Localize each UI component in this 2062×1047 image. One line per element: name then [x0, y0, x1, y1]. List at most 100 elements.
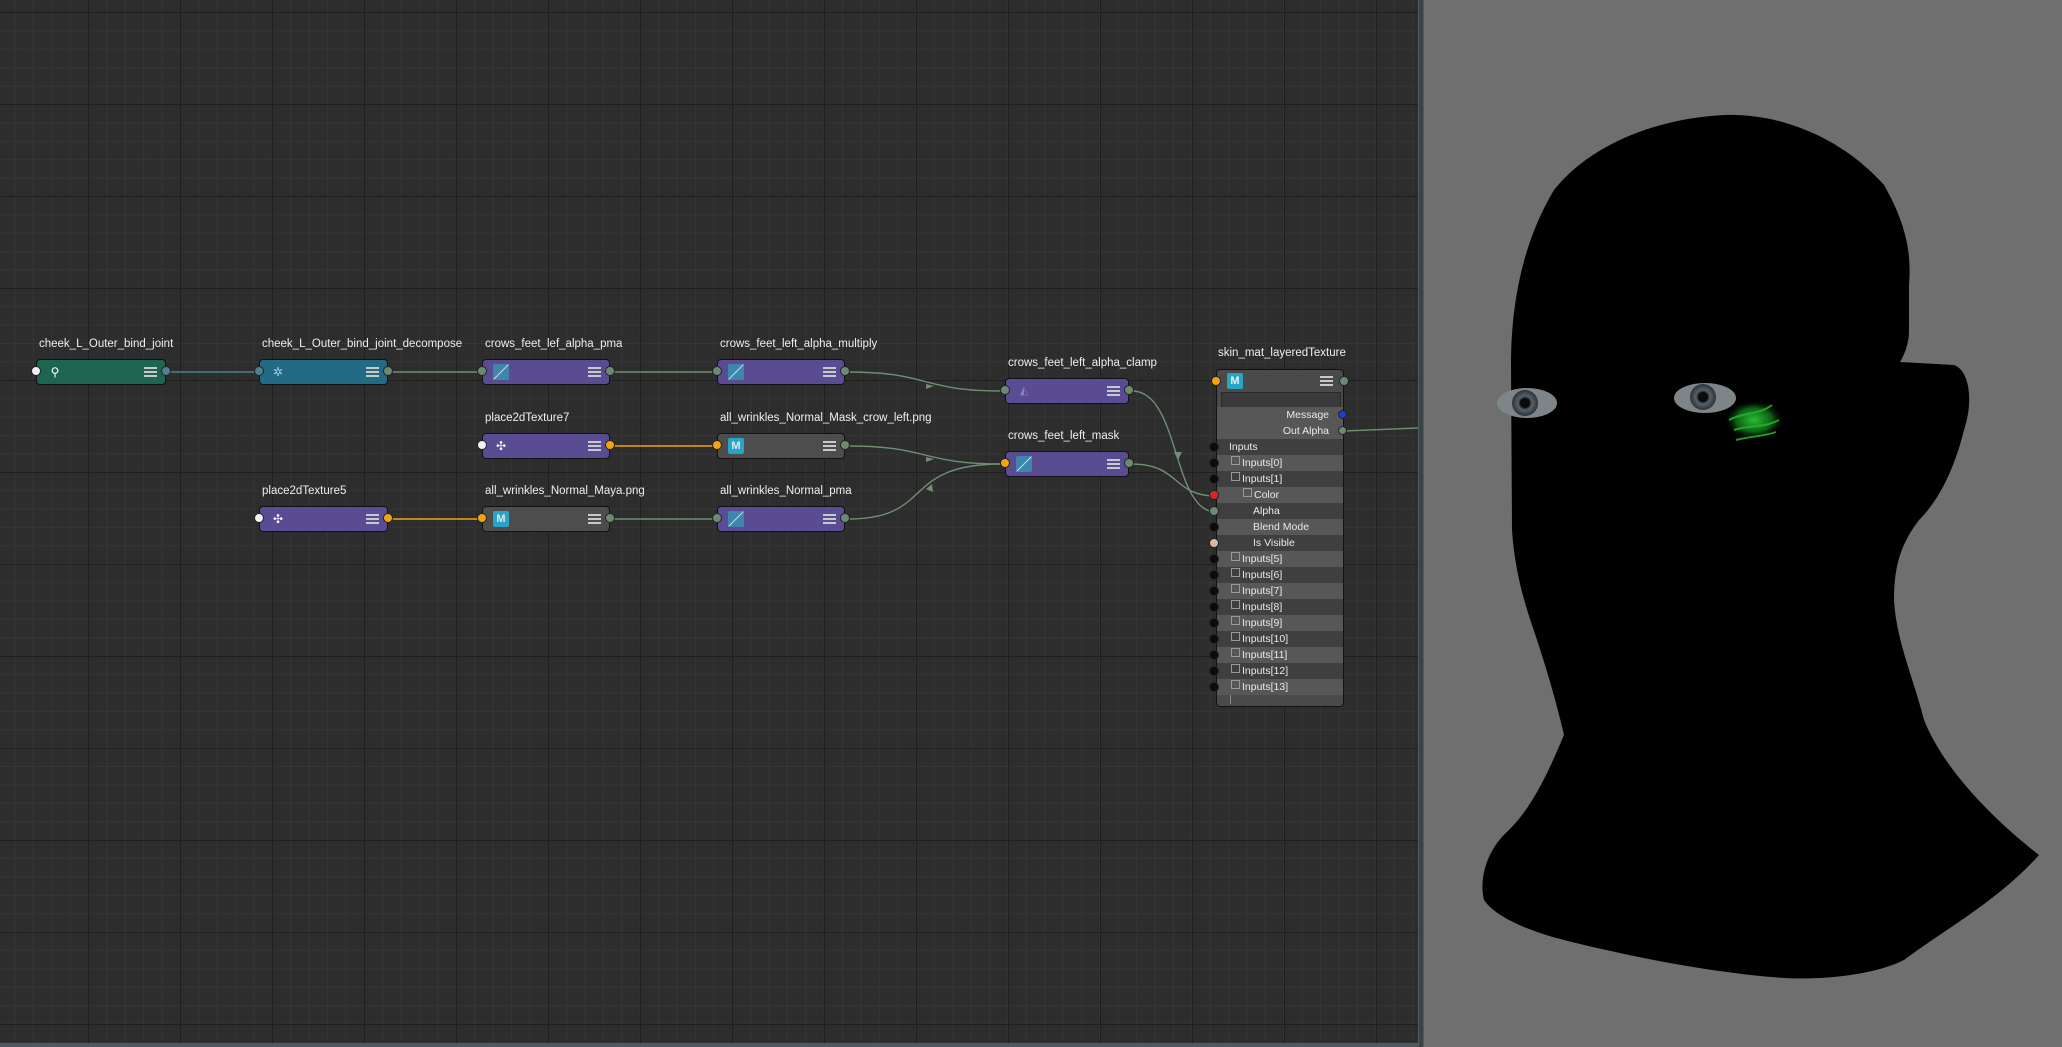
attr-inputs-12[interactable]: Inputs[12]: [1209, 663, 1343, 679]
layered-texture-header[interactable]: M: [1211, 370, 1349, 392]
node-menu-icon[interactable]: [1107, 459, 1120, 469]
node-cheek-bind-joint[interactable]: cheek_L_Outer_bind_joint ⚲: [31, 338, 173, 384]
input-port[interactable]: [1209, 474, 1219, 484]
attr-inputs-9[interactable]: Inputs[9]: [1209, 615, 1343, 631]
input-port[interactable]: [712, 440, 722, 450]
input-port[interactable]: [712, 366, 722, 376]
node-place2dtexture7[interactable]: place2dTexture7 ✣: [477, 412, 615, 458]
node-left-mask[interactable]: crows_feet_left_mask: [1000, 430, 1134, 476]
attr-inputs-7[interactable]: Inputs[7]: [1209, 583, 1343, 599]
input-port[interactable]: [1209, 586, 1219, 596]
node-menu-icon[interactable]: [1107, 386, 1120, 396]
expand-icon[interactable]: [1243, 488, 1252, 497]
input-port[interactable]: [254, 513, 264, 523]
expand-icon[interactable]: [1231, 680, 1240, 689]
input-port[interactable]: [1209, 490, 1219, 500]
output-port[interactable]: [383, 366, 393, 376]
output-port[interactable]: [161, 366, 171, 376]
input-port[interactable]: [1209, 634, 1219, 644]
attr-inputs-5[interactable]: Inputs[5]: [1209, 551, 1343, 567]
attr-is-visible[interactable]: Is Visible: [1209, 535, 1343, 551]
input-port[interactable]: [1209, 650, 1219, 660]
input-port[interactable]: [1209, 538, 1219, 548]
input-port[interactable]: [1209, 506, 1219, 516]
expand-icon[interactable]: [1231, 664, 1240, 673]
input-port[interactable]: [31, 366, 41, 376]
output-port[interactable]: [840, 513, 850, 523]
input-port[interactable]: [1209, 458, 1219, 468]
output-port[interactable]: [1124, 458, 1134, 468]
expand-icon[interactable]: [1231, 632, 1240, 641]
node-menu-icon[interactable]: [144, 367, 157, 377]
input-port[interactable]: [477, 513, 487, 523]
3d-viewport[interactable]: [1424, 0, 2062, 1047]
node-skin-layered-texture[interactable]: skin_mat_layeredTexture M Message Out Al…: [1209, 347, 1349, 706]
output-port[interactable]: [1124, 385, 1134, 395]
input-port[interactable]: [1209, 522, 1219, 532]
attr-inputs-11[interactable]: Inputs[11]: [1209, 647, 1343, 663]
attr-inputs-10[interactable]: Inputs[10]: [1209, 631, 1343, 647]
attr-message[interactable]: Message: [1217, 407, 1347, 423]
input-port[interactable]: [1209, 554, 1219, 564]
node-place2dtexture5[interactable]: place2dTexture5 ✣: [254, 485, 393, 531]
output-port[interactable]: [605, 366, 615, 376]
input-port[interactable]: [1000, 458, 1010, 468]
output-port[interactable]: [605, 513, 615, 523]
attr-inputs[interactable]: Inputs: [1209, 439, 1343, 455]
expand-icon[interactable]: [1231, 552, 1240, 561]
input-port[interactable]: [1209, 666, 1219, 676]
attr-blend-mode[interactable]: Blend Mode: [1209, 519, 1343, 535]
attr-inputs-6[interactable]: Inputs[6]: [1209, 567, 1343, 583]
attr-inputs-8[interactable]: Inputs[8]: [1209, 599, 1343, 615]
attr-alpha[interactable]: Alpha: [1209, 503, 1343, 519]
output-port[interactable]: [840, 440, 850, 450]
input-port[interactable]: [1000, 385, 1010, 395]
node-menu-icon[interactable]: [1320, 376, 1333, 386]
input-port[interactable]: [1209, 618, 1219, 628]
attr-inputs-13[interactable]: Inputs[13]: [1209, 679, 1343, 695]
input-port[interactable]: [712, 513, 722, 523]
node-menu-icon[interactable]: [588, 367, 601, 377]
node-menu-icon[interactable]: [823, 441, 836, 451]
node-normal-maya-png[interactable]: all_wrinkles_Normal_Maya.png M: [477, 485, 645, 531]
input-port[interactable]: [1209, 682, 1219, 692]
expand-icon[interactable]: [1231, 648, 1240, 657]
input-port[interactable]: [1211, 376, 1221, 386]
node-menu-icon[interactable]: [366, 514, 379, 524]
node-normal-pma[interactable]: all_wrinkles_Normal_pma: [712, 485, 852, 531]
node-cheek-decompose[interactable]: cheek_L_Outer_bind_joint_decompose ✲: [254, 338, 462, 384]
expand-icon[interactable]: [1231, 616, 1240, 625]
attr-label: Alpha: [1253, 505, 1280, 517]
collapse-icon[interactable]: [1231, 472, 1240, 481]
node-mask-crow-left-png[interactable]: all_wrinkles_Normal_Mask_crow_left.png M: [712, 412, 932, 458]
input-port[interactable]: [477, 366, 487, 376]
node-menu-icon[interactable]: [588, 441, 601, 451]
output-port[interactable]: [840, 366, 850, 376]
node-alpha-multiply[interactable]: crows_feet_left_alpha_multiply: [712, 338, 877, 384]
node-menu-icon[interactable]: [823, 514, 836, 524]
output-port[interactable]: [605, 440, 615, 450]
input-port[interactable]: [1209, 570, 1219, 580]
expand-icon[interactable]: [1231, 600, 1240, 609]
attr-inputs-0[interactable]: Inputs[0]: [1209, 455, 1343, 471]
output-port[interactable]: [383, 513, 393, 523]
expand-icon[interactable]: [1231, 584, 1240, 593]
node-menu-icon[interactable]: [366, 367, 379, 377]
input-port[interactable]: [1209, 442, 1219, 452]
output-port[interactable]: [1338, 426, 1347, 435]
node-alpha-pma[interactable]: crows_feet_lef_alpha_pma: [477, 338, 622, 384]
input-port[interactable]: [477, 440, 487, 450]
expand-icon[interactable]: [1231, 568, 1240, 577]
node-alpha-clamp[interactable]: crows_feet_left_alpha_clamp ◭: [1000, 357, 1157, 403]
attr-inputs-1[interactable]: Inputs[1]: [1209, 471, 1343, 487]
input-port[interactable]: [254, 366, 264, 376]
output-port[interactable]: [1339, 376, 1349, 386]
attr-out-alpha[interactable]: Out Alpha: [1217, 423, 1347, 439]
node-menu-icon[interactable]: [588, 514, 601, 524]
attr-color[interactable]: Color: [1209, 487, 1343, 503]
input-port[interactable]: [1209, 602, 1219, 612]
node-editor-graph[interactable]: cheek_L_Outer_bind_joint ⚲ cheek_L_Outer…: [0, 0, 1418, 1043]
node-menu-icon[interactable]: [823, 367, 836, 377]
output-port[interactable]: [1338, 410, 1347, 419]
expand-icon[interactable]: [1231, 456, 1240, 465]
